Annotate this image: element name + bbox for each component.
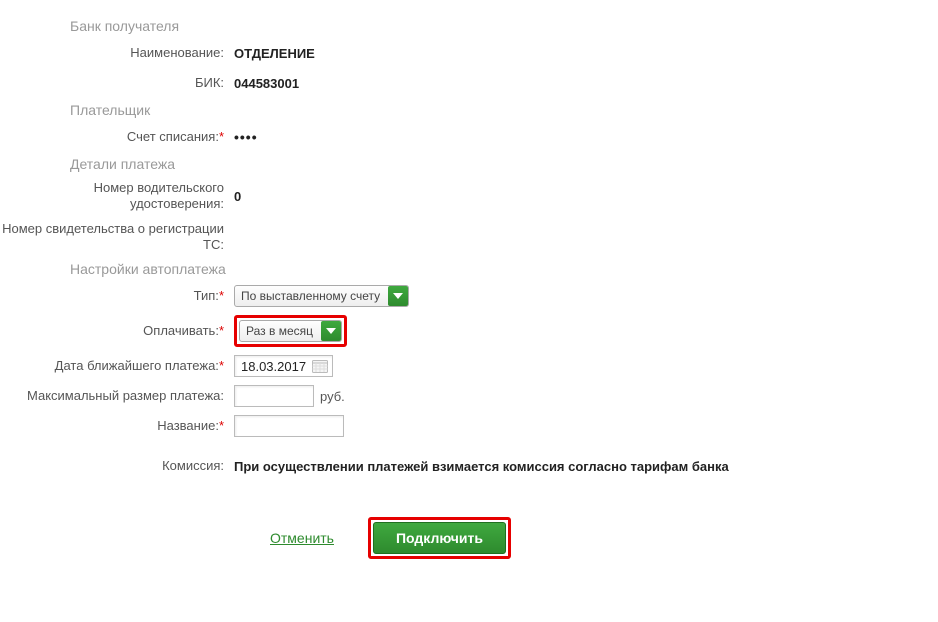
row-license: Номер водительского удостоверения: 0 — [0, 180, 938, 213]
value-account: •••• — [230, 129, 938, 145]
dropdown-pay-text: Раз в месяц — [246, 324, 319, 338]
section-details: Детали платежа — [70, 156, 938, 172]
highlight-submit: Подключить — [368, 517, 511, 559]
row-pay: Оплачивать:* Раз в месяц — [0, 315, 938, 347]
row-account: Счет списания:* •••• — [0, 126, 938, 148]
label-bank-name: Наименование: — [0, 45, 230, 61]
label-type: Тип:* — [0, 288, 230, 304]
row-type: Тип:* По выставленному счету — [0, 285, 938, 307]
chevron-down-icon — [321, 321, 341, 341]
value-bank-name: ОТДЕЛЕНИЕ — [230, 46, 938, 61]
row-reg: Номер свидетельства о регистрации ТС: — [0, 221, 938, 254]
chevron-down-icon — [388, 286, 408, 306]
label-pay: Оплачивать:* — [0, 323, 230, 339]
date-input[interactable]: 18.03.2017 — [234, 355, 333, 377]
section-payer: Плательщик — [70, 102, 938, 118]
label-max: Максимальный размер платежа: — [0, 388, 230, 404]
label-license: Номер водительского удостоверения: — [0, 180, 230, 213]
label-reg: Номер свидетельства о регистрации ТС: — [0, 221, 230, 254]
label-account: Счет списания:* — [0, 129, 230, 145]
row-max: Максимальный размер платежа: руб. — [0, 385, 938, 407]
submit-button[interactable]: Подключить — [373, 522, 506, 554]
row-bank-name: Наименование: ОТДЕЛЕНИЕ — [0, 42, 938, 64]
dropdown-pay[interactable]: Раз в месяц — [239, 320, 342, 342]
calendar-icon — [312, 359, 328, 373]
name-input[interactable] — [234, 415, 344, 437]
max-amount-input[interactable] — [234, 385, 314, 407]
dropdown-type-text: По выставленному счету — [241, 289, 386, 303]
row-commission: Комиссия: При осуществлении платежей взи… — [0, 455, 938, 477]
dropdown-type[interactable]: По выставленному счету — [234, 285, 409, 307]
highlight-pay: Раз в месяц — [234, 315, 347, 347]
max-suffix: руб. — [320, 389, 345, 404]
actions-row: Отменить Подключить — [270, 517, 938, 559]
value-license: 0 — [230, 189, 938, 204]
section-bank: Банк получателя — [70, 18, 938, 34]
row-bik: БИК: 044583001 — [0, 72, 938, 94]
value-commission: При осуществлении платежей взимается ком… — [230, 459, 938, 474]
label-date: Дата ближайшего платежа:* — [0, 358, 230, 374]
label-bik: БИК: — [0, 75, 230, 91]
cancel-link[interactable]: Отменить — [270, 530, 334, 546]
label-commission: Комиссия: — [0, 458, 230, 474]
row-name: Название:* — [0, 415, 938, 437]
value-bik: 044583001 — [230, 76, 938, 91]
label-name: Название:* — [0, 418, 230, 434]
section-autopay: Настройки автоплатежа — [70, 261, 938, 277]
row-date: Дата ближайшего платежа:* 18.03.2017 — [0, 355, 938, 377]
date-value: 18.03.2017 — [241, 359, 306, 374]
